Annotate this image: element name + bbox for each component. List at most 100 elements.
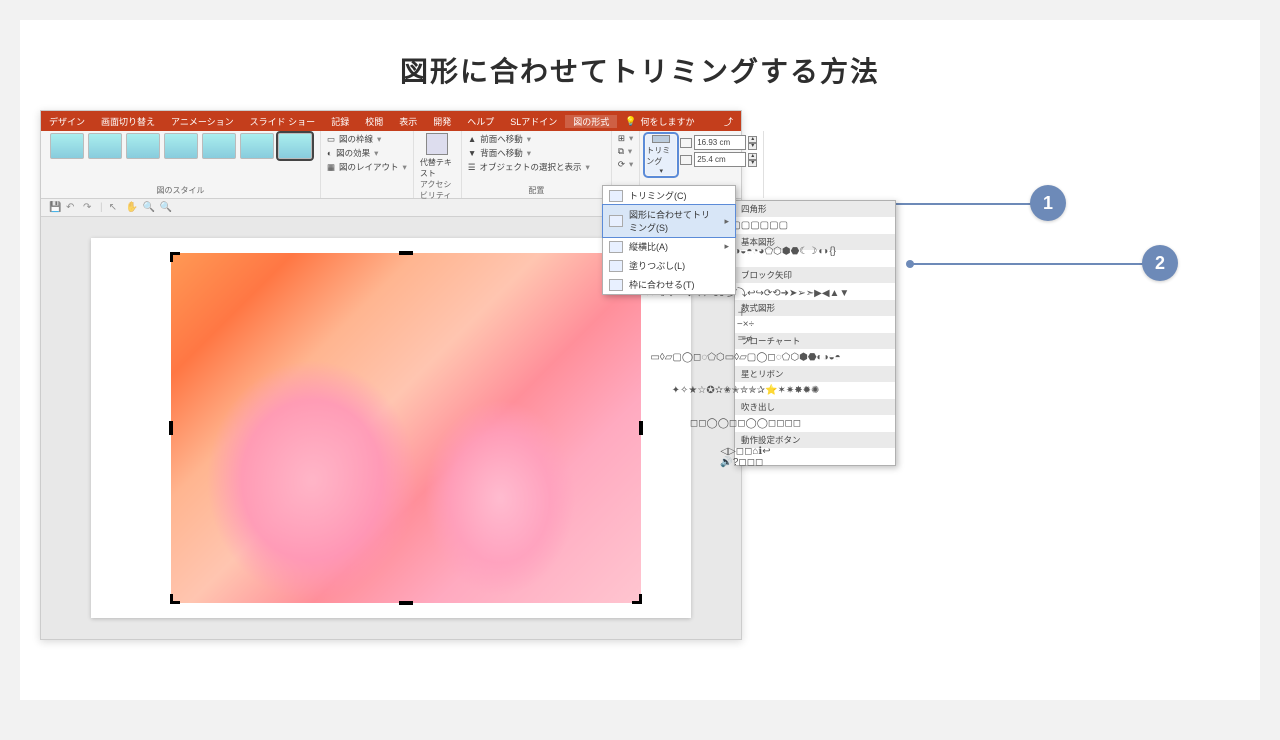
crop-handle-l[interactable] [169,421,173,435]
crop-handle-br[interactable] [632,594,642,604]
callout-shapes[interactable]: ◻◻◯◯◻◻◯◯◻◻◻◻ [735,415,895,432]
selection-pane[interactable]: ☰オブジェクトの選択と表示 [468,161,590,173]
callout-leader-2 [910,263,1144,265]
layout-icon: ▦ [327,162,335,173]
crop-button[interactable]: トリミング ▾ [646,135,676,175]
width-input[interactable]: 25.4 cm ▴▾ [680,152,757,167]
crop-icon [609,190,623,202]
menu-aspect-ratio[interactable]: 縦横比(A)▸ [603,237,735,256]
picture-style-1[interactable] [50,133,84,159]
rotate-button[interactable]: ⟳ [618,159,633,170]
alt-text-button[interactable]: 代替テキスト [420,133,455,179]
bring-forward[interactable]: ▲ 前面へ移動 [468,133,531,145]
picture-layout[interactable]: ▦ 図のレイアウト [327,161,407,173]
slide[interactable] [91,238,691,618]
layout-label: 図のレイアウト [339,161,399,173]
tab-transitions[interactable]: 画面切り替え [93,115,163,128]
cat-rectangles: 四角形 [735,201,895,217]
width-down[interactable]: ▾ [748,160,757,167]
tab-record[interactable]: 記録 [323,115,357,128]
align-button[interactable]: ⊞ [618,133,633,144]
shape-crop-icon [609,215,623,227]
share-icon[interactable]: ⤴ [716,115,741,128]
height-value[interactable]: 16.93 cm [694,135,746,150]
chevron-down-icon: ▾ [659,167,663,175]
crop-handle-b[interactable] [399,601,413,605]
crop-dropdown-menu: トリミング(C) 図形に合わせてトリミング(S)▸ 縦横比(A)▸ 塗りつぶし(… [602,185,736,295]
width-up[interactable]: ▴ [748,153,757,160]
picture-style-6[interactable] [240,133,274,159]
action-shapes[interactable]: ◁▷◻◻⌂ℹ↩🔊?◻◻◻ [735,448,895,465]
bulb-icon: 💡 [625,116,636,127]
width-icon [680,155,692,165]
menu-fit[interactable]: 枠に合わせる(T) [603,275,735,294]
tab-help[interactable]: ヘルプ [459,115,502,128]
zoom-in-icon[interactable]: 🔍 [143,202,154,213]
tab-picture-format[interactable]: 図の形式 [565,115,617,128]
send-backward[interactable]: ▼背面へ移動 [468,147,531,159]
redo-icon[interactable]: ↷ [83,202,94,213]
flow-shapes[interactable]: ▭◊▱▢◯◻◌⬠⬡▭◊▱▢◯◻◌⬠⬡⬢⬣◐◑◒◓ [735,349,895,366]
crop-handle-t[interactable] [399,251,413,255]
menu-crop-label: トリミング(C) [629,189,687,202]
group-button[interactable]: ⧉ [618,146,632,157]
crop-handle-tl[interactable] [170,252,180,262]
callout-2: 2 [1142,245,1178,281]
border-icon: ▭ [327,134,335,145]
crop-icon [652,135,670,143]
picture-style-3[interactable] [126,133,160,159]
alttext-icon [426,133,448,155]
tab-view[interactable]: 表示 [391,115,425,128]
tab-animations[interactable]: アニメーション [163,115,242,128]
picture-effects[interactable]: ◐図の効果 [327,147,378,159]
rect-shapes[interactable]: ▢▢▢▢▢▢▢▢▢ [735,217,895,234]
group-icon: ⧉ [618,146,624,157]
crop-handle-r[interactable] [639,421,643,435]
picture-style-2[interactable] [88,133,122,159]
height-up[interactable]: ▴ [748,136,757,143]
menu-aspect-label: 縦横比(A) [629,240,668,253]
accessibility-group-label: アクセシビリティ [420,179,455,201]
forward-label: 前面へ移動 [480,133,523,145]
menu-crop-to-shape[interactable]: 図形に合わせてトリミング(S)▸ [603,205,735,237]
height-input[interactable]: 16.93 cm ▴▾ [680,135,757,150]
picture-style-4[interactable] [164,133,198,159]
menu-fill[interactable]: 塗りつぶし(L) [603,256,735,275]
tab-design[interactable]: デザイン [41,115,93,128]
effects-label: 図の効果 [336,147,370,159]
tab-slideshow[interactable]: スライド ショー [242,115,324,128]
menu-crop-to-shape-label: 図形に合わせてトリミング(S) [629,208,718,234]
align-icon: ⊞ [618,133,625,144]
rotate-icon: ⟳ [618,159,625,170]
forward-icon: ▲ [468,134,476,144]
pointer-icon[interactable]: ↖ [109,202,120,213]
tab-review[interactable]: 校閲 [357,115,391,128]
tab-sladdin[interactable]: SLアドイン [502,115,565,128]
picture-style-7[interactable] [278,133,312,159]
select-icon: ☰ [468,162,476,173]
height-icon [680,138,692,148]
eq-shapes[interactable]: ＋−×÷＝≠ [735,316,895,333]
save-icon[interactable]: 💾 [49,202,60,213]
picture-border[interactable]: ▭図の枠線 [327,133,381,145]
select-label: オブジェクトの選択と表示 [479,161,581,173]
callout-1: 1 [1030,185,1066,221]
arrow-shapes[interactable]: ⇨⇦⇧⇩⇔⇕⇖⇗⇘⇙⤴⤵↩↪⟳⟲➜➤➢➣▶◀▲▼ [735,283,895,300]
crop-label: トリミング [646,145,676,167]
selected-picture[interactable] [171,253,641,603]
cat-flowchart: フローチャート [735,333,895,349]
hand-icon[interactable]: ✋ [126,202,137,213]
undo-icon[interactable]: ↶ [66,202,77,213]
menu-crop[interactable]: トリミング(C) [603,186,735,205]
crop-handle-bl[interactable] [170,594,180,604]
zoom-out-icon[interactable]: 🔍 [160,202,171,213]
fill-icon [609,260,623,272]
star-shapes[interactable]: ✦✧★☆✪✫✬✭✮✯✰⭐✶✷✸✹✺ [735,382,895,399]
picture-style-5[interactable] [202,133,236,159]
basic-shapes[interactable]: ○△▽◇□◯◻▱◊◌◐◑◒◓◔◕⬠⬡⬢⬣☾☽◖◗{}()〔〕 [735,250,895,267]
width-value[interactable]: 25.4 cm [694,152,746,167]
height-down[interactable]: ▾ [748,143,757,150]
tell-me[interactable]: 💡 何をしますか [617,115,702,128]
tab-developer[interactable]: 開発 [425,115,459,128]
styles-group-label: 図のスタイル [157,185,205,196]
